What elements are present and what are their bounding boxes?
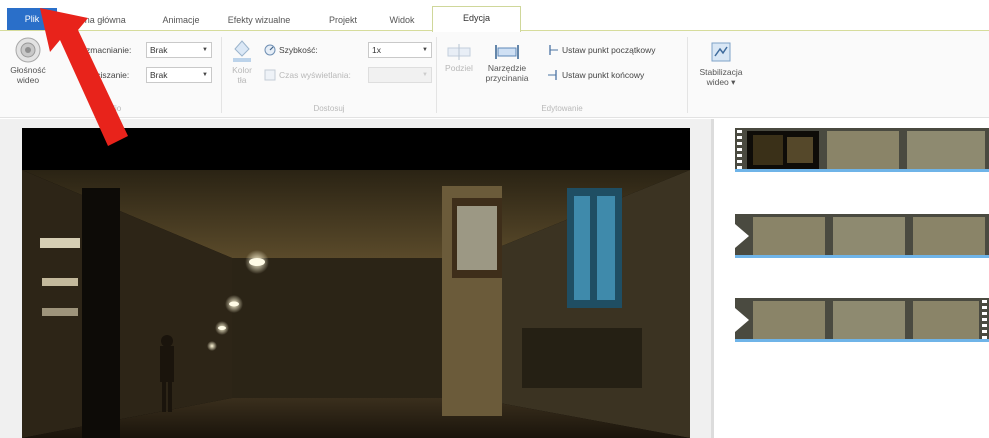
clip-thumbnail: [833, 301, 905, 339]
chevron-down-icon: ▼: [422, 47, 428, 53]
split-icon: [447, 44, 471, 60]
editing-group-label: Edytowanie: [541, 104, 583, 113]
clip-thumbnail: [913, 217, 985, 255]
set-start-point-label: Ustaw punkt początkowy: [562, 45, 656, 55]
clip-start-marker-icon: [735, 224, 749, 248]
fade-out-label: Wyciszanie:: [84, 70, 130, 80]
video-stabilization-label-2: wideo ▾: [706, 77, 736, 87]
video-volume-label-2: wideo: [16, 75, 40, 85]
paint-bucket-icon: [233, 40, 251, 62]
clip-selection-bar: [735, 339, 989, 342]
clip-thumbnail: [827, 131, 899, 169]
clip-thumbnail: [907, 131, 985, 169]
trim-tool-label-1: Narzędzie: [487, 63, 527, 73]
video-volume-button[interactable]: Głośność wideo: [6, 37, 50, 85]
speed-value: 1x: [372, 45, 381, 55]
tab-edit[interactable]: Edycja: [432, 6, 521, 32]
video-stabilization-label-1: Stabilizacja: [699, 67, 743, 77]
clip-start-marker-icon: [735, 308, 749, 332]
group-audio: Głośność wideo Wzmacnianie: Brak ▼ Wycis…: [0, 31, 222, 117]
thumbnail-image: [753, 135, 813, 165]
fade-in-row: Wzmacnianie:: [78, 41, 131, 59]
stabilization-icon: [711, 42, 731, 62]
adjust-group-label: Dostosuj: [313, 104, 345, 113]
trim-tool-label-2: przycinania: [485, 73, 529, 83]
split-button[interactable]: Podziel: [439, 43, 479, 73]
duration-row: Czas wyświetlania:: [264, 66, 351, 84]
chevron-down-icon: ▼: [202, 47, 208, 53]
set-start-point-button[interactable]: Ustaw punkt początkowy: [547, 41, 656, 59]
trim-tool-button[interactable]: Narzędzie przycinania: [483, 43, 531, 83]
fade-out-row: Wyciszanie:: [84, 66, 129, 84]
clip-thumbnail: [753, 301, 825, 339]
speed-label: Szybkość:: [279, 45, 318, 55]
ribbon-tab-strip: Plik Strona główna Animacje Efekty wizua…: [0, 0, 989, 32]
tab-view[interactable]: Widok: [380, 10, 424, 30]
end-point-icon: [548, 70, 557, 80]
clip-thumbnail: [753, 217, 825, 255]
clock-icon: [264, 69, 276, 81]
film-sprocket: [737, 130, 742, 170]
film-sprocket: [982, 300, 987, 340]
storyboard-clip-1[interactable]: [735, 128, 989, 172]
group-separator: [687, 37, 688, 113]
split-label: Podziel: [445, 63, 473, 73]
duration-select[interactable]: ▼: [368, 67, 432, 83]
tab-visual-effects[interactable]: Efekty wizualne: [226, 10, 292, 30]
clip-thumbnail-selected: [747, 131, 819, 169]
ribbon: Głośność wideo Wzmacnianie: Brak ▼ Wycis…: [0, 31, 989, 118]
audio-group-label: Audio: [100, 104, 122, 113]
tab-animations[interactable]: Animacje: [151, 10, 211, 30]
start-point-icon: [549, 45, 558, 55]
chevron-down-icon: ▼: [422, 72, 428, 78]
fade-out-value: Brak: [150, 70, 168, 80]
chevron-down-icon: ▼: [202, 72, 208, 78]
speed-select[interactable]: 1x ▼: [368, 42, 432, 58]
video-frame-image: [22, 128, 690, 438]
clip-selection-bar: [735, 255, 989, 258]
video-preview[interactable]: [22, 128, 690, 438]
group-editing: Podziel Narzędzie przycinania Ustaw punk…: [437, 31, 687, 117]
clip-selection-bar: [735, 169, 989, 172]
clip-thumbnail: [913, 301, 979, 339]
trim-icon: [495, 45, 519, 59]
fade-in-value: Brak: [150, 45, 168, 55]
background-color-label-1: Kolor: [232, 65, 252, 75]
clip-thumbnail: [833, 217, 905, 255]
storyboard-clip-3[interactable]: [735, 298, 989, 342]
tab-file[interactable]: Plik: [7, 8, 57, 30]
fade-out-select[interactable]: Brak ▼: [146, 67, 212, 83]
speed-icon: [264, 44, 276, 56]
fade-in-label: Wzmacnianie:: [78, 45, 132, 55]
group-adjust: Kolor tła Szybkość: 1x ▼ Czas wyświetlan…: [222, 31, 436, 117]
background-color-button[interactable]: Kolor tła: [224, 37, 260, 85]
tab-home[interactable]: Strona główna: [64, 10, 130, 30]
speed-row: Szybkość:: [264, 41, 318, 59]
tab-project[interactable]: Projekt: [318, 10, 368, 30]
duration-label: Czas wyświetlania:: [279, 70, 351, 80]
storyboard-clip-2[interactable]: [735, 214, 989, 258]
set-end-point-button[interactable]: Ustaw punkt końcowy: [547, 66, 644, 84]
video-stabilization-button[interactable]: Stabilizacja wideo ▾: [691, 39, 751, 87]
video-volume-label-1: Głośność: [10, 65, 46, 75]
set-end-point-label: Ustaw punkt końcowy: [562, 70, 645, 80]
speaker-icon: [15, 37, 41, 63]
background-color-label-2: tła: [237, 75, 247, 85]
fade-in-select[interactable]: Brak ▼: [146, 42, 212, 58]
